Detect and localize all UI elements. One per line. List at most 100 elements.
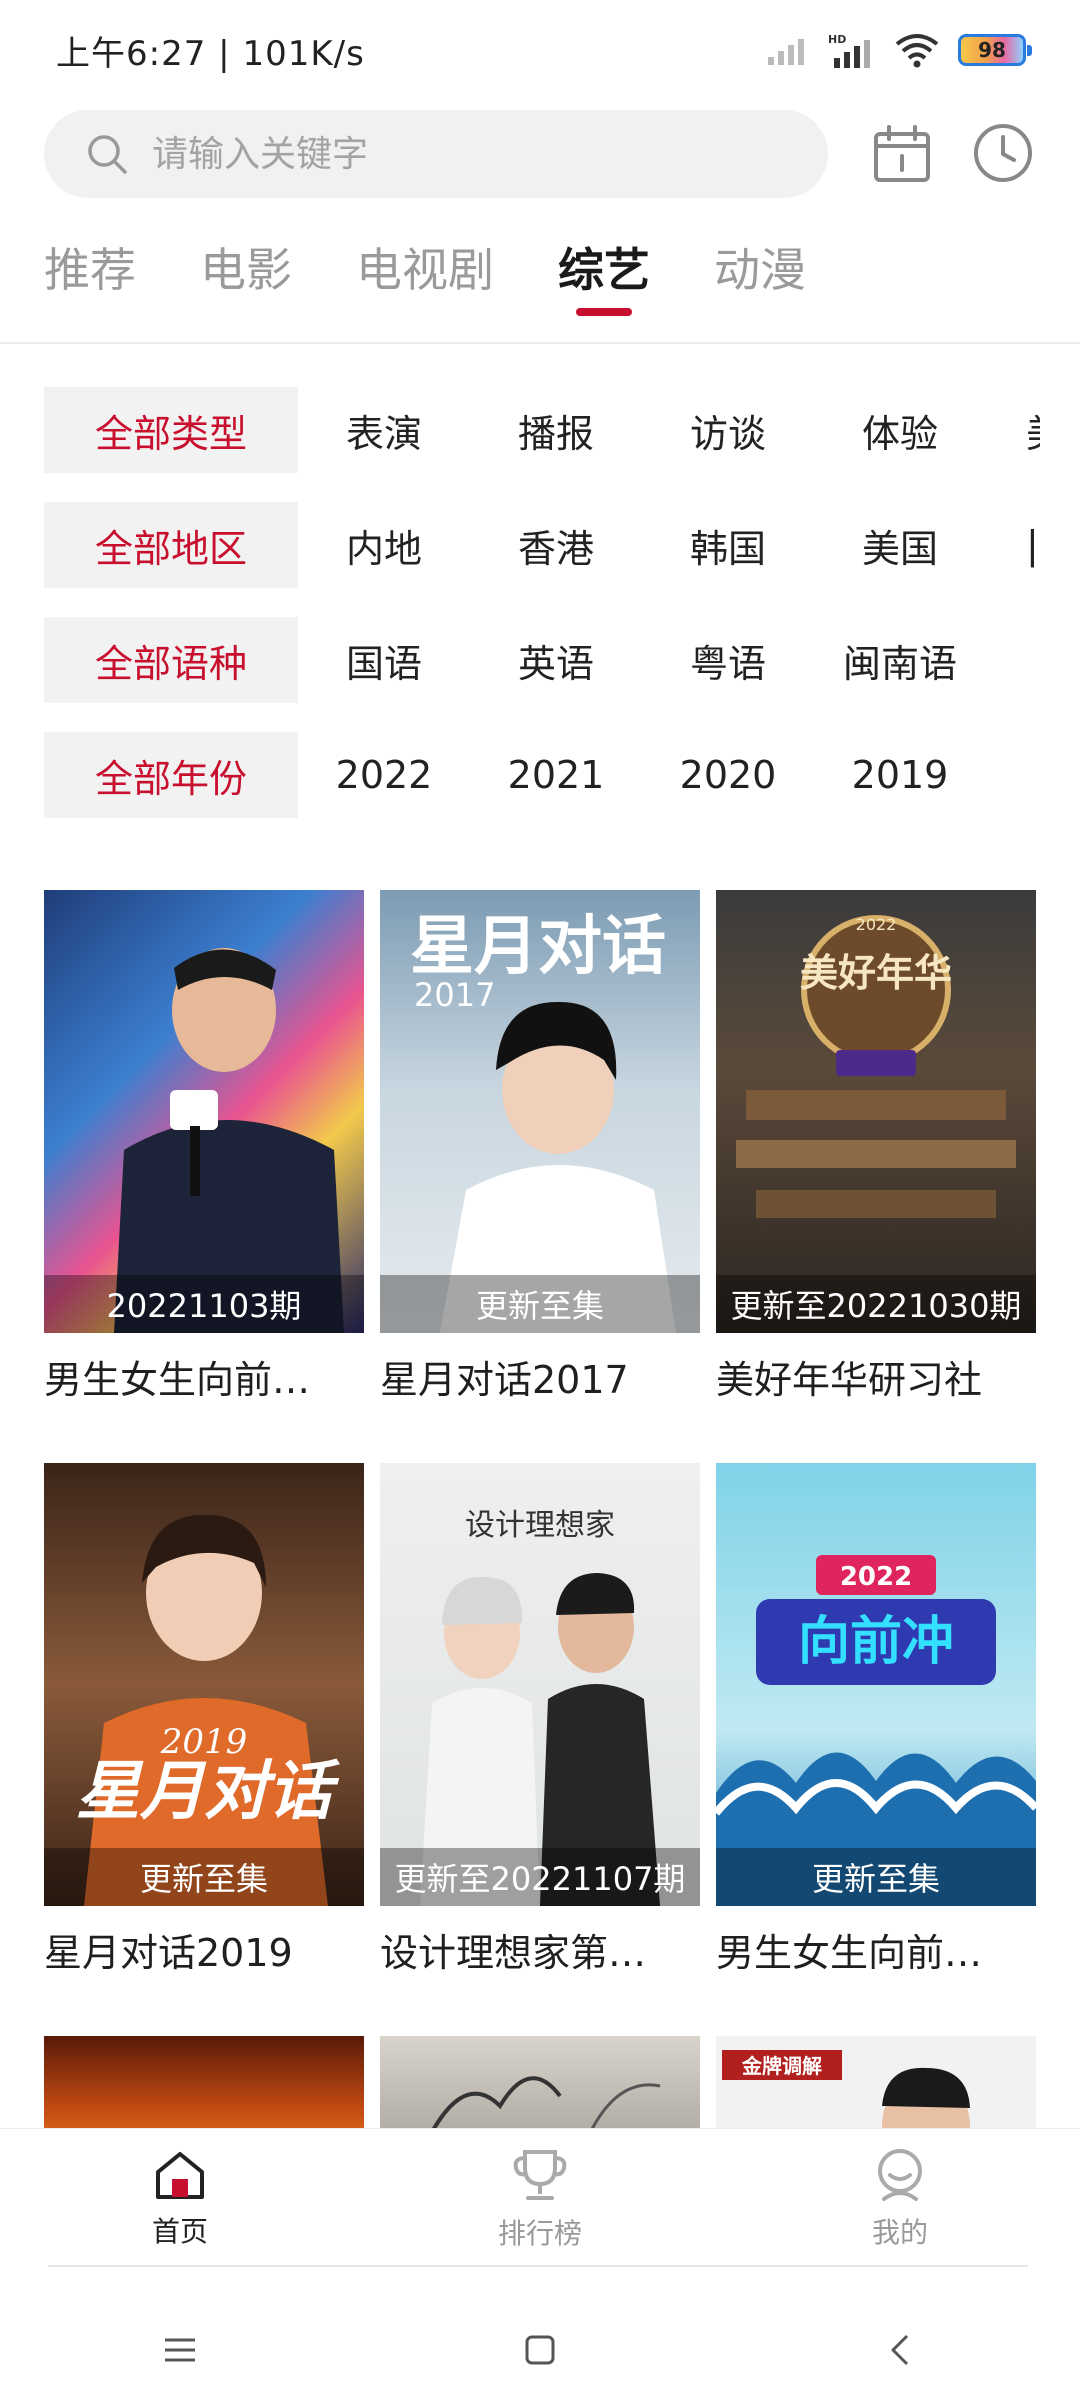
nav-ranking-label: 排行榜 [497,2216,582,2250]
filter-option[interactable]: 国语 [298,633,470,688]
trophy-icon [513,2149,567,2200]
poster-title-text: 设计理想家 [465,1508,615,1543]
filter-option[interactable]: 英语 [470,633,642,688]
recents-button[interactable] [0,2336,360,2364]
filter-row-type: 全部类型 表演 播报 访谈 体验 美 [0,386,1040,474]
nav-ranking[interactable]: 排行榜 [360,2129,720,2268]
episode-badge: 更新至集 [44,1848,364,1906]
guest-portrait-art: 2019 星月对话 [76,1514,340,1906]
history-clock-icon[interactable] [972,122,1034,184]
search-box[interactable] [44,110,828,198]
bottom-nav: 首页 排行榜 我的 [0,2128,1080,2268]
host-figure-art [114,948,344,1333]
filter-option[interactable]: 美国 [814,518,986,573]
tab-movie[interactable]: 电影 [200,240,292,330]
card-title[interactable]: 星月对话2019 [44,1922,364,1977]
filter-all-language[interactable]: 全部语种 [44,617,298,703]
signal-hd-icon: HD [828,33,870,68]
tab-anime[interactable]: 动漫 [714,240,806,330]
clock-text: 上午6:27 [56,33,207,74]
filter-option[interactable]: 访谈 [642,403,814,458]
status-time: 上午6:27 | 101K/s [56,33,365,74]
filter-option[interactable]: 2020 [642,753,814,797]
content-card[interactable]: 20221103期 男生女生向前… [44,890,364,1463]
card-title[interactable]: 星月对话2017 [380,1349,700,1404]
filter-row-region: 全部地区 内地 香港 韩国 美国 | [0,501,1040,589]
tab-tv-series[interactable]: 电视剧 [356,240,494,330]
filter-option[interactable]: 2021 [470,753,642,797]
back-button[interactable] [720,2333,1080,2367]
tabs-divider [0,342,1080,344]
card-title[interactable]: 男生女生向前… [44,1349,364,1404]
tab-variety[interactable]: 综艺 [558,240,650,330]
tab-recommend[interactable]: 推荐 [44,240,136,330]
poster-title-text: 金牌调解 [741,2054,822,2078]
filter-option[interactable]: 2019 [814,753,986,797]
episode-badge: 更新至20221030期 [716,1275,1036,1333]
content-card[interactable]: 星月对话 2017 更新至集 星月对话2017 [380,890,700,1463]
filter-all-type[interactable]: 全部类型 [44,387,298,473]
poster-title-text: 美好年华 [800,950,952,995]
filter-panel: 全部类型 表演 播报 访谈 体验 美 全部地区 内地 香港 韩国 美国 | 全部… [0,386,1080,846]
status-bar: 上午6:27 | 101K/s HD 98 [0,0,1080,100]
battery-icon: 98 [958,34,1032,66]
filter-row-language: 全部语种 国语 英语 粤语 闽南语 [0,616,1040,704]
back-chevron-icon [891,2334,909,2366]
filter-option[interactable]: 播报 [470,403,642,458]
signal-weak-icon [768,39,804,65]
filter-option[interactable]: 香港 [470,518,642,573]
filter-option[interactable]: 粤语 [642,633,814,688]
filter-option[interactable]: 韩国 [642,518,814,573]
poster-title-text: 星月对话 [76,1754,340,1829]
card-title[interactable]: 美好年华研习社 [716,1349,1036,1404]
episode-badge: 更新至20221107期 [380,1848,700,1906]
poster-image[interactable]: 美好年华 2022 更新至20221030期 [716,890,1036,1333]
content-card[interactable]: 设计理想家 更新至20221107期 设计理想家第… [380,1463,700,2036]
search-icon [88,135,127,174]
category-tabs: 推荐 电影 电视剧 综艺 动漫 [0,240,1080,340]
poster-image[interactable]: 星月对话 2017 更新至集 [380,890,700,1333]
svg-text:HD: HD [828,33,846,46]
poster-image[interactable]: 20221103期 [44,890,364,1333]
filter-option[interactable]: 美 [986,403,1040,458]
poster-year-text: 2022 [856,915,897,934]
poster-title-text: 向前冲 [798,1612,954,1672]
poster-image[interactable]: 设计理想家 更新至20221107期 [380,1463,700,1906]
nav-home[interactable]: 首页 [0,2129,360,2268]
search-input[interactable] [152,133,772,175]
filter-option[interactable]: | [986,523,1040,567]
filter-option[interactable]: 2022 [298,753,470,797]
content-card[interactable]: 2022 向前冲 更新至集 男生女生向前… [716,1463,1036,2036]
poster-image[interactable]: 2022 向前冲 更新至集 [716,1463,1036,1906]
card-title[interactable]: 设计理想家第… [380,1922,700,1977]
two-guests-art: 设计理想家 [420,1508,660,1906]
content-card[interactable]: 美好年华 2022 更新至20221030期 美好年华研习社 [716,890,1036,1463]
nav-profile[interactable]: 我的 [720,2129,1080,2268]
home-icon [156,2151,204,2199]
poster-image[interactable]: 2019 星月对话 更新至集 [44,1463,364,1906]
menu-lines-icon [165,2338,195,2362]
filter-all-region[interactable]: 全部地区 [44,502,298,588]
home-button[interactable] [360,2335,720,2365]
card-title[interactable]: 男生女生向前… [716,1922,1036,1977]
content-card[interactable]: 2019 星月对话 更新至集 星月对话2019 [44,1463,364,2036]
filter-option[interactable]: 闽南语 [814,633,986,688]
poster-title-text: 星月对话 [410,909,666,984]
search-row [0,110,1080,200]
filter-row-year: 全部年份 2022 2021 2020 2019 [0,731,1040,819]
poster-year-text: 2022 [840,1562,912,1592]
filter-option[interactable]: 体验 [814,403,986,458]
nav-profile-label: 我的 [871,2215,928,2249]
filter-option[interactable]: 内地 [298,518,470,573]
filter-all-year[interactable]: 全部年份 [44,732,298,818]
wave-logo-art: 2022 向前冲 [716,1555,1036,1906]
poster-year-text: 2017 [414,976,495,1014]
episode-badge: 20221103期 [44,1275,364,1333]
guest-portrait-art: 星月对话 2017 [410,909,676,1333]
building-set-art: 美好年华 2022 [736,915,1016,1218]
network-speed: 101K/s [242,33,365,74]
square-home-icon [525,2335,555,2365]
filter-option[interactable]: 表演 [298,403,470,458]
calendar-icon[interactable] [872,124,932,184]
battery-level: 98 [978,38,1006,62]
